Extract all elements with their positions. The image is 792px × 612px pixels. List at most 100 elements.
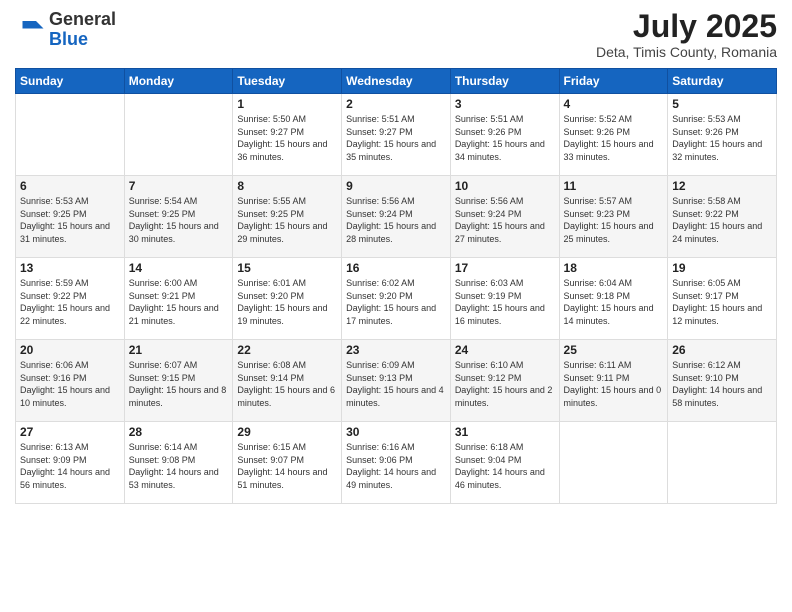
day-cell: 29Sunrise: 6:15 AM Sunset: 9:07 PM Dayli… (233, 422, 342, 504)
day-number: 1 (237, 97, 337, 111)
day-detail: Sunrise: 6:10 AM Sunset: 9:12 PM Dayligh… (455, 359, 555, 409)
day-detail: Sunrise: 6:15 AM Sunset: 9:07 PM Dayligh… (237, 441, 337, 491)
day-cell: 14 Sunrise: 6:00 AM Sunset: 9:21 PM Dayli… (124, 258, 233, 340)
day-detail: Sunrise: 6:04 AM Sunset: 9:18 PM Dayligh… (564, 277, 664, 327)
day-detail: Sunrise: 5:51 AM Sunset: 9:26 PM Dayligh… (455, 113, 555, 163)
day-detail: Sunrise: 5:56 AM Sunset: 9:24 PM Dayligh… (455, 195, 555, 245)
day-cell: 13 Sunrise: 5:59 AM Sunset: 9:22 PM Dayli… (16, 258, 125, 340)
calendar-table: Sunday Monday Tuesday Wednesday Thursday… (15, 68, 777, 504)
day-cell (668, 422, 777, 504)
day-detail: Sunrise: 6:07 AM Sunset: 9:15 PM Dayligh… (129, 359, 229, 409)
day-cell: 15Sunrise: 6:01 AM Sunset: 9:20 PM Dayli… (233, 258, 342, 340)
day-cell: 18Sunrise: 6:04 AM Sunset: 9:18 PM Dayli… (559, 258, 668, 340)
day-number: 16 (346, 261, 446, 275)
day-number: 27 (20, 425, 120, 439)
week-row-3: 13 Sunrise: 5:59 AM Sunset: 9:22 PM Dayli… (16, 258, 777, 340)
day-number: 21 (129, 343, 229, 357)
day-cell: 2Sunrise: 5:51 AM Sunset: 9:27 PM Daylig… (342, 94, 451, 176)
day-detail: Sunrise: 5:56 AM Sunset: 9:24 PM Dayligh… (346, 195, 446, 245)
day-detail: Sunrise: 6:02 AM Sunset: 9:20 PM Dayligh… (346, 277, 446, 327)
day-number: 26 (672, 343, 772, 357)
day-detail: Sunrise: 6:14 AM Sunset: 9:08 PM Dayligh… (129, 441, 229, 491)
col-wednesday: Wednesday (342, 69, 451, 94)
day-cell: 7 Sunrise: 5:54 AM Sunset: 9:25 PM Daylig… (124, 176, 233, 258)
week-row-1: 1 Sunrise: 5:50 AM Sunset: 9:27 PM Daylig… (16, 94, 777, 176)
day-cell (16, 94, 125, 176)
day-detail: Sunrise: 6:05 AM Sunset: 9:17 PM Dayligh… (672, 277, 772, 327)
day-number: 4 (564, 97, 664, 111)
day-cell: 8 Sunrise: 5:55 AM Sunset: 9:25 PM Daylig… (233, 176, 342, 258)
day-number: 20 (20, 343, 120, 357)
day-detail: Sunrise: 5:52 AM Sunset: 9:26 PM Dayligh… (564, 113, 664, 163)
day-detail: Sunrise: 6:12 AM Sunset: 9:10 PM Dayligh… (672, 359, 772, 409)
day-detail: Sunrise: 5:50 AM Sunset: 9:27 PM Dayligh… (237, 113, 337, 163)
logo: General Blue (15, 10, 116, 50)
day-detail: Sunrise: 5:58 AM Sunset: 9:22 PM Dayligh… (672, 195, 772, 245)
title-block: July 2025 Deta, Timis County, Romania (596, 10, 777, 60)
logo-icon (15, 15, 45, 45)
day-number: 5 (672, 97, 772, 111)
col-friday: Friday (559, 69, 668, 94)
day-number: 14 (129, 261, 229, 275)
day-detail: Sunrise: 5:55 AM Sunset: 9:25 PM Dayligh… (237, 195, 337, 245)
week-row-5: 27 Sunrise: 6:13 AM Sunset: 9:09 PM Dayli… (16, 422, 777, 504)
day-detail: Sunrise: 6:18 AM Sunset: 9:04 PM Dayligh… (455, 441, 555, 491)
day-number: 17 (455, 261, 555, 275)
day-cell: 26 Sunrise: 6:12 AM Sunset: 9:10 PM Dayli… (668, 340, 777, 422)
day-cell: 4 Sunrise: 5:52 AM Sunset: 9:26 PM Daylig… (559, 94, 668, 176)
day-detail: Sunrise: 5:51 AM Sunset: 9:27 PM Dayligh… (346, 113, 446, 163)
day-number: 28 (129, 425, 229, 439)
month-year: July 2025 (596, 10, 777, 42)
day-number: 9 (346, 179, 446, 193)
day-cell: 17 Sunrise: 6:03 AM Sunset: 9:19 PM Dayli… (450, 258, 559, 340)
day-cell: 5 Sunrise: 5:53 AM Sunset: 9:26 PM Daylig… (668, 94, 777, 176)
day-number: 15 (237, 261, 337, 275)
day-detail: Sunrise: 6:08 AM Sunset: 9:14 PM Dayligh… (237, 359, 337, 409)
week-row-4: 20 Sunrise: 6:06 AM Sunset: 9:16 PM Dayli… (16, 340, 777, 422)
day-number: 13 (20, 261, 120, 275)
day-detail: Sunrise: 5:53 AM Sunset: 9:26 PM Dayligh… (672, 113, 772, 163)
day-cell: 22 Sunrise: 6:08 AM Sunset: 9:14 PM Dayli… (233, 340, 342, 422)
day-cell: 21 Sunrise: 6:07 AM Sunset: 9:15 PM Dayli… (124, 340, 233, 422)
day-detail: Sunrise: 5:54 AM Sunset: 9:25 PM Dayligh… (129, 195, 229, 245)
day-cell: 6 Sunrise: 5:53 AM Sunset: 9:25 PM Daylig… (16, 176, 125, 258)
location: Deta, Timis County, Romania (596, 44, 777, 60)
day-detail: Sunrise: 6:00 AM Sunset: 9:21 PM Dayligh… (129, 277, 229, 327)
header-row: Sunday Monday Tuesday Wednesday Thursday… (16, 69, 777, 94)
day-cell: 28 Sunrise: 6:14 AM Sunset: 9:08 PM Dayli… (124, 422, 233, 504)
day-detail: Sunrise: 6:16 AM Sunset: 9:06 PM Dayligh… (346, 441, 446, 491)
day-cell (559, 422, 668, 504)
day-number: 23 (346, 343, 446, 357)
day-number: 6 (20, 179, 120, 193)
day-cell (124, 94, 233, 176)
col-monday: Monday (124, 69, 233, 94)
day-number: 3 (455, 97, 555, 111)
day-cell: 20 Sunrise: 6:06 AM Sunset: 9:16 PM Dayli… (16, 340, 125, 422)
day-detail: Sunrise: 5:53 AM Sunset: 9:25 PM Dayligh… (20, 195, 120, 245)
day-cell: 24Sunrise: 6:10 AM Sunset: 9:12 PM Dayli… (450, 340, 559, 422)
day-detail: Sunrise: 6:09 AM Sunset: 9:13 PM Dayligh… (346, 359, 446, 409)
page: General Blue July 2025 Deta, Timis Count… (0, 0, 792, 612)
day-cell: 27 Sunrise: 6:13 AM Sunset: 9:09 PM Dayli… (16, 422, 125, 504)
day-number: 8 (237, 179, 337, 193)
day-detail: Sunrise: 6:13 AM Sunset: 9:09 PM Dayligh… (20, 441, 120, 491)
col-sunday: Sunday (16, 69, 125, 94)
day-detail: Sunrise: 6:06 AM Sunset: 9:16 PM Dayligh… (20, 359, 120, 409)
day-cell: 1 Sunrise: 5:50 AM Sunset: 9:27 PM Daylig… (233, 94, 342, 176)
day-number: 7 (129, 179, 229, 193)
day-detail: Sunrise: 5:57 AM Sunset: 9:23 PM Dayligh… (564, 195, 664, 245)
day-detail: Sunrise: 5:59 AM Sunset: 9:22 PM Dayligh… (20, 277, 120, 327)
day-detail: Sunrise: 6:11 AM Sunset: 9:11 PM Dayligh… (564, 359, 664, 409)
day-number: 31 (455, 425, 555, 439)
day-number: 30 (346, 425, 446, 439)
logo-text: General Blue (49, 10, 116, 50)
day-cell: 11Sunrise: 5:57 AM Sunset: 9:23 PM Dayli… (559, 176, 668, 258)
day-cell: 23 Sunrise: 6:09 AM Sunset: 9:13 PM Dayli… (342, 340, 451, 422)
day-cell: 12Sunrise: 5:58 AM Sunset: 9:22 PM Dayli… (668, 176, 777, 258)
day-number: 22 (237, 343, 337, 357)
col-saturday: Saturday (668, 69, 777, 94)
header: General Blue July 2025 Deta, Timis Count… (15, 10, 777, 60)
week-row-2: 6 Sunrise: 5:53 AM Sunset: 9:25 PM Daylig… (16, 176, 777, 258)
col-tuesday: Tuesday (233, 69, 342, 94)
day-detail: Sunrise: 6:03 AM Sunset: 9:19 PM Dayligh… (455, 277, 555, 327)
